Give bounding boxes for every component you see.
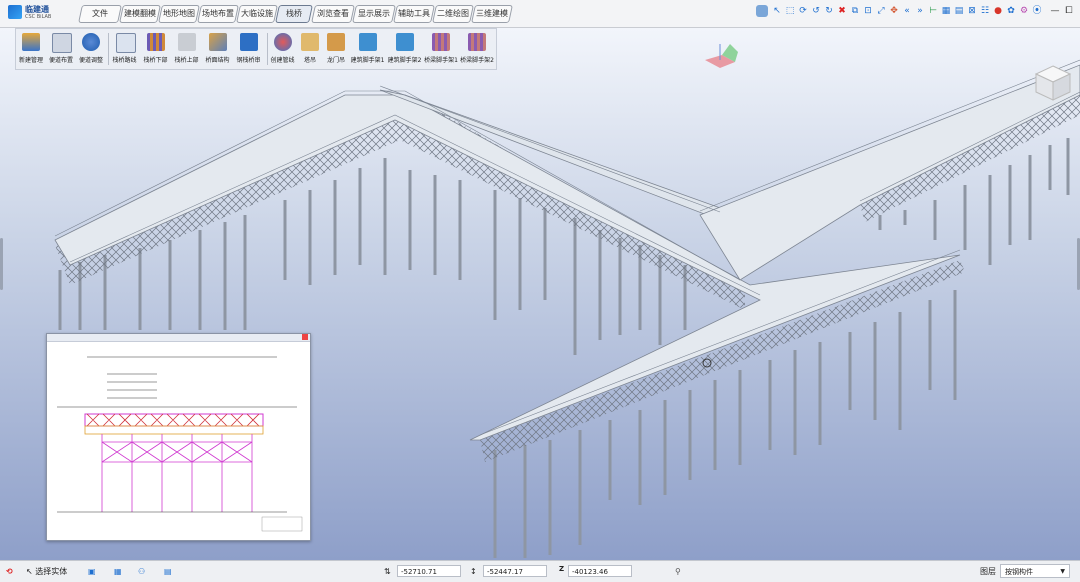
new-management-icon (22, 33, 40, 51)
y-coordinate-field[interactable]: -52447.17 (483, 565, 547, 577)
tab-terrain[interactable]: 地形地图 (158, 5, 200, 23)
pan-icon[interactable]: ✥ (888, 5, 900, 17)
gantry-crane-icon (327, 33, 345, 51)
rotate-icon[interactable]: ⟳ (797, 5, 809, 17)
title-bar: 临建通 CSC BiLAB 文件 建模翻模 地形地图 场地布置 大临设施 栈桥 … (0, 0, 1080, 28)
tab-modeling[interactable]: 建模翻模 (119, 5, 161, 23)
layer-manager-icon[interactable]: ▦ (114, 565, 122, 578)
zoom-extent-icon[interactable]: ⤢ (875, 5, 887, 17)
bridge-scaffold-2-button[interactable]: 桥梁脚手架2 (459, 31, 495, 67)
building-scaffold-2-button[interactable]: 建筑脚手架2 (386, 31, 423, 67)
user-icon[interactable]: ⚇ (138, 565, 145, 578)
left-panel-handle[interactable] (0, 238, 3, 290)
x-axis-icon: ⇅ (384, 567, 391, 576)
zoom-window-icon[interactable]: ⊡ (862, 5, 874, 17)
deck-structure-button[interactable]: 桥面结构 (202, 31, 233, 67)
drawing-preview-window[interactable] (46, 333, 311, 541)
review-icon (239, 33, 258, 51)
palette-icon[interactable]: ✿ (1005, 5, 1017, 17)
create-pipeline-button[interactable]: 创建管线 (268, 31, 297, 67)
navigation-cube[interactable] (1034, 64, 1072, 102)
app-subtitle: CSC BiLAB (25, 14, 52, 20)
status-bar: ⟲ ↖ 选择实体 ▣ ▦ ⚇ ▤ ⇅ -52710.71 ↕ -52447.17… (0, 560, 1080, 582)
next-view-icon[interactable]: » (914, 5, 926, 17)
copy-icon[interactable]: ⧉ (849, 5, 861, 17)
deck-right-branch (699, 64, 1080, 281)
trestle-substructure-button[interactable]: 栈桥下部 (140, 31, 171, 67)
road-layout-icon (52, 33, 72, 53)
section-icon[interactable]: ⊠ (966, 5, 978, 17)
bridge-scaffold-icon (468, 33, 486, 51)
gantry-crane-button[interactable]: 龙门吊 (323, 31, 349, 67)
tab-site-layout[interactable]: 场地布置 (197, 5, 239, 23)
quick-toolbar: ↖ ⬚ ⟳ ↺ ↻ ✖ ⧉ ⊡ ⤢ ✥ « » ⊢ ▦ ▤ ⊠ ☷ ● ✿ ⚙ … (750, 5, 1080, 21)
help-icon[interactable]: ⦿ (1031, 5, 1043, 17)
tab-trestle[interactable]: 栈桥 (275, 5, 313, 23)
logo-icon (8, 5, 22, 19)
tab-3d-modeling[interactable]: 三维建模 (471, 5, 513, 23)
preview-title-bar (47, 334, 310, 342)
tab-file[interactable]: 文件 (78, 5, 122, 23)
layers-icon[interactable]: ▦ (940, 5, 952, 17)
y-axis-icon: ↕ (470, 567, 477, 576)
app-logo: 临建通 CSC BiLAB (8, 4, 68, 24)
chevron-down-icon: ▼ (1060, 568, 1065, 575)
building-scaffold-1-button[interactable]: 建筑脚手架1 (349, 31, 386, 67)
route-icon (115, 33, 136, 53)
trestle-route-button[interactable]: 栈桥路线 (109, 31, 140, 67)
layer-label: 图层 (980, 567, 996, 576)
deck-structure-icon (208, 33, 227, 51)
select-arrow-icon[interactable]: ↖ (771, 5, 783, 17)
tab-browse-view[interactable]: 浏览查看 (311, 5, 355, 23)
scaffold-icon (358, 33, 377, 51)
measure-icon[interactable]: ⊢ (927, 5, 939, 17)
tab-2d-drawing[interactable]: 二维绘图 (432, 5, 474, 23)
trestle-elevation-drawing (57, 356, 303, 532)
trestle-superstructure-button[interactable]: 栈桥上部 (171, 31, 202, 67)
tab-aux-tools[interactable]: 辅助工具 (393, 5, 435, 23)
grid-icon[interactable]: ▤ (953, 5, 965, 17)
bridge-scaffold-1-button[interactable]: 桥梁脚手架1 (423, 31, 459, 67)
view-axis-gizmo (705, 44, 738, 68)
access-road-layout-button[interactable]: 便道布置 (46, 31, 76, 67)
preview-close-icon[interactable] (302, 334, 308, 340)
maximize-icon[interactable]: ⧠ (1063, 5, 1075, 17)
z-coordinate-field[interactable]: -40123.46 (568, 565, 632, 577)
clipboard-icon[interactable]: ▤ (164, 565, 172, 578)
x-coordinate-field[interactable]: -52710.71 (397, 565, 461, 577)
tree-icon[interactable]: ☷ (979, 5, 991, 17)
pointer-icon: ↖ (26, 567, 33, 576)
settings-icon[interactable]: ⚙ (1018, 5, 1030, 17)
superstructure-icon (177, 33, 196, 51)
select-entity-button[interactable]: ↖ 选择实体 (26, 565, 67, 578)
save-icon[interactable]: ▣ (88, 565, 96, 578)
tower-crane-button[interactable]: 塔吊 (297, 31, 323, 67)
z-axis-label: Z (559, 565, 565, 573)
tower-crane-icon (301, 33, 319, 51)
minimize-icon[interactable]: — (1049, 5, 1061, 17)
new-management-button[interactable]: 新建管理 (16, 31, 46, 67)
record-icon[interactable]: ● (992, 5, 1004, 17)
redo-icon[interactable]: ↻ (823, 5, 835, 17)
box-select-icon[interactable]: ⬚ (784, 5, 796, 17)
pipeline-icon (273, 33, 292, 51)
substructure-icon (146, 33, 165, 51)
trestle-ribbon: 新建管理 便道布置 便道调整 栈桥路线 栈桥下部 栈桥上部 桥面结构 钢栈桥审 … (15, 28, 497, 70)
steel-trestle-review-button[interactable]: 钢栈桥审 (233, 31, 264, 67)
scaffold-icon (395, 33, 414, 51)
tab-temporary-facilities[interactable]: 大临设施 (236, 5, 278, 23)
tab-display[interactable]: 显示展示 (352, 5, 396, 23)
delete-icon[interactable]: ✖ (836, 5, 848, 17)
layer-dropdown[interactable]: 按钢构件 ▼ (1000, 564, 1070, 578)
undo-icon[interactable]: ↺ (810, 5, 822, 17)
road-adjust-icon (82, 33, 100, 51)
snap-icon[interactable]: ⟲ (6, 565, 13, 578)
pin-icon[interactable]: ⚲ (675, 565, 681, 578)
bridge-scaffold-icon (432, 33, 450, 51)
prev-view-icon[interactable]: « (901, 5, 913, 17)
globe-icon[interactable] (756, 5, 768, 17)
access-road-adjust-button[interactable]: 便道调整 (76, 31, 106, 67)
